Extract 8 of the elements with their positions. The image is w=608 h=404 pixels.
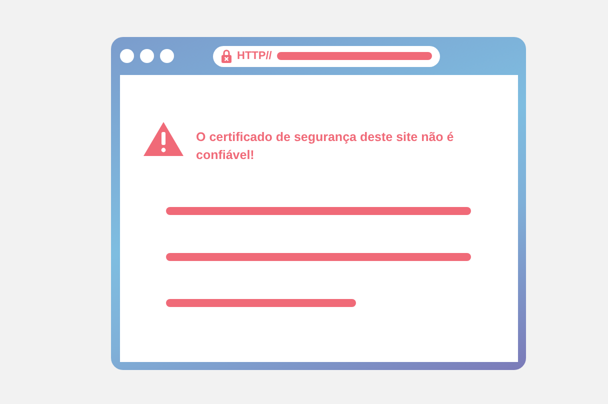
protocol-text: HTTP// xyxy=(237,50,272,62)
warning-icon xyxy=(143,121,184,157)
lock-icon xyxy=(221,49,232,63)
window-dot[interactable] xyxy=(160,49,174,63)
window-dot[interactable] xyxy=(140,49,154,63)
address-bar[interactable]: HTTP// xyxy=(213,46,440,66)
window-dot[interactable] xyxy=(120,49,134,63)
warning-message: O certificado de segurança deste site não é confiável! xyxy=(196,129,455,164)
